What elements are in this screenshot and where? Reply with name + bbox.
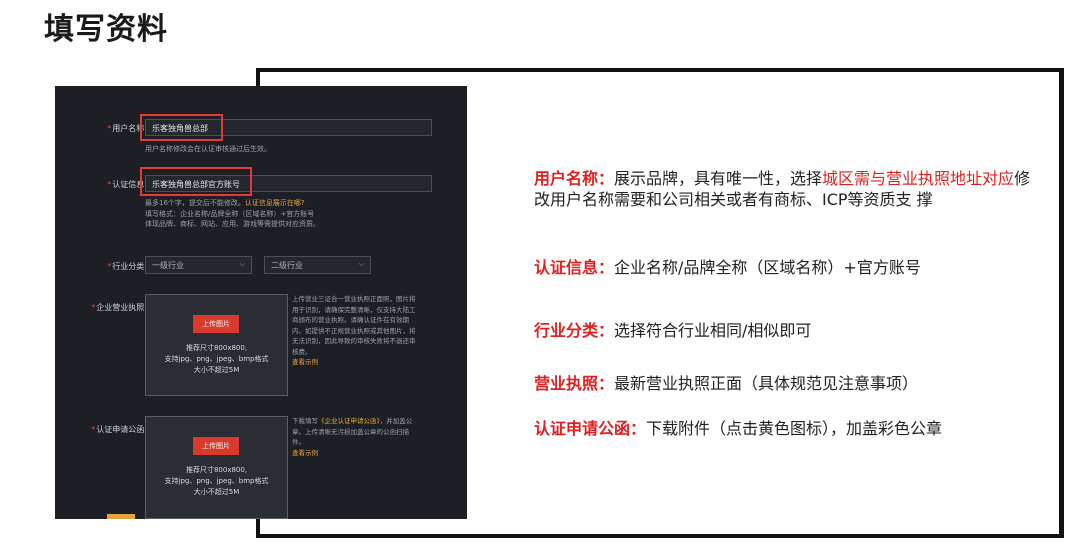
desc-industry-key: 行业分类	[534, 321, 599, 340]
chevron-down-icon: ⌵	[358, 260, 364, 268]
industry-label: *行业分类:	[77, 261, 147, 272]
desc-username-text-red: 城区需与营业执照地址对应	[822, 169, 1015, 188]
username-label: *用户名称:	[77, 123, 147, 134]
license-upload-button[interactable]: 上传图片	[193, 315, 239, 333]
announcement-note: 下载填写《企业认证申请公函》，并加盖公章。上传清晰无污损加盖公章的公函扫描件。 …	[292, 416, 416, 458]
desc-announcement-key: 认证申请公函	[534, 419, 631, 438]
required-mark: *	[91, 425, 96, 434]
required-mark: *	[91, 303, 96, 312]
announcement-example-link[interactable]: 查看示例	[292, 449, 318, 457]
desc-cert-info: 认证信息：企业名称/品牌全称（区域名称）+官方账号	[534, 257, 1034, 278]
license-size-text: 推荐尺寸800x800,	[185, 344, 248, 352]
announcement-format-text: 支持jpg、png、jpeg、bmp格式	[164, 477, 269, 485]
page-title: 填写资料	[44, 12, 168, 47]
announcement-limit-text: 大小不超过5M	[193, 488, 240, 496]
submit-button-edge[interactable]	[107, 514, 135, 519]
required-mark: *	[107, 124, 112, 133]
announcement-label-text: 认证申请公函:	[96, 425, 147, 434]
license-note: 上传营业三证合一营业执照正面照，图片将用于识别，请确保完整清晰，仅支持大陆工商颁…	[292, 294, 416, 368]
desc-colon: ：	[598, 258, 615, 277]
desc-colon: ：	[598, 374, 615, 393]
license-label: *企业营业执照:	[65, 302, 147, 313]
cert-hint-line1: 最多16个字，提交后不能修改。	[145, 199, 245, 207]
license-example-link[interactable]: 查看示例	[292, 358, 318, 366]
cert-info-highlight-box	[140, 167, 252, 196]
announcement-upload-button[interactable]: 上传图片	[193, 437, 239, 455]
license-label-text: 企业营业执照:	[96, 303, 147, 312]
desc-industry-text: 选择符合行业相同/相似即可	[614, 321, 812, 340]
desc-announcement: 认证申请公函：下载附件（点击黄色图标），加盖彩色公章	[534, 418, 1034, 439]
secondary-industry-placeholder: 二级行业	[271, 261, 303, 270]
desc-username: 用户名称：展示品牌，具有唯一性，选择城区需与营业执照地址对应修改用户名称需要和公…	[534, 168, 1034, 210]
cert-hint-line2: 填写格式：企业名称/品牌全称（区域名称）+官方账号	[145, 209, 315, 218]
chevron-down-icon: ⌵	[239, 260, 245, 268]
announcement-size-text: 推荐尺寸800x800,	[185, 466, 248, 474]
announcement-note-prefix: 下载填写	[292, 417, 318, 425]
desc-license-key: 营业执照	[534, 374, 599, 393]
license-format-text: 支持jpg、png、jpeg、bmp格式	[164, 355, 269, 363]
industry-label-text: 行业分类:	[112, 262, 147, 271]
desc-colon: ：	[630, 419, 647, 438]
cert-info-help-link[interactable]: 认证信息展示在哪?	[245, 199, 305, 207]
desc-cert-info-key: 认证信息	[534, 258, 599, 277]
desc-license-text: 最新营业执照正面（具体规范见注意事项）	[614, 374, 919, 393]
license-note-text: 上传营业三证合一营业执照正面照，图片将用于识别，请确保完整清晰，仅支持大陆工商颁…	[292, 295, 416, 356]
announcement-label: *认证申请公函:	[65, 424, 147, 435]
desc-license: 营业执照：最新营业执照正面（具体规范见注意事项）	[534, 373, 1034, 394]
license-upload-area[interactable]: 上传图片 推荐尺寸800x800, 支持jpg、png、jpeg、bmp格式 大…	[145, 294, 288, 396]
username-hint: 用户名称修改会在认证审核通过后生效。	[145, 145, 271, 153]
form-screenshot: *用户名称: 乐客独角兽总部 用户名称修改会在认证审核通过后生效。 *认证信息:…	[55, 86, 467, 519]
desc-username-text-before: 展示品牌，具有唯一性，选择	[614, 169, 823, 188]
required-mark: *	[107, 180, 112, 189]
desc-username-key: 用户名称	[534, 169, 599, 188]
announcement-download-link[interactable]: 《企业认证申请公函》	[318, 417, 380, 425]
desc-cert-info-text: 企业名称/品牌全称（区域名称）+官方账号	[614, 258, 921, 277]
cert-info-label: *认证信息:	[77, 179, 147, 190]
required-mark: *	[107, 262, 112, 271]
primary-industry-select[interactable]: 一级行业 ⌵	[145, 256, 252, 274]
announcement-upload-area[interactable]: 上传图片 推荐尺寸800x800, 支持jpg、png、jpeg、bmp格式 大…	[145, 416, 288, 519]
license-limit-text: 大小不超过5M	[193, 366, 240, 374]
cert-info-hint: 最多16个字，提交后不能修改。认证信息展示在哪? 填写格式：企业名称/品牌全称（…	[145, 198, 320, 230]
desc-announcement-text: 下载附件（点击黄色图标），加盖彩色公章	[646, 419, 943, 438]
username-highlight-box	[140, 114, 223, 141]
desc-colon: ：	[598, 321, 615, 340]
cert-hint-line3: 体现品牌、商标、网站、应用、游戏等需提供对应资质。	[145, 220, 320, 228]
secondary-industry-select[interactable]: 二级行业 ⌵	[264, 256, 371, 274]
primary-industry-placeholder: 一级行业	[152, 261, 184, 270]
desc-industry: 行业分类：选择符合行业相同/相似即可	[534, 320, 1034, 341]
desc-colon: ：	[598, 169, 615, 188]
